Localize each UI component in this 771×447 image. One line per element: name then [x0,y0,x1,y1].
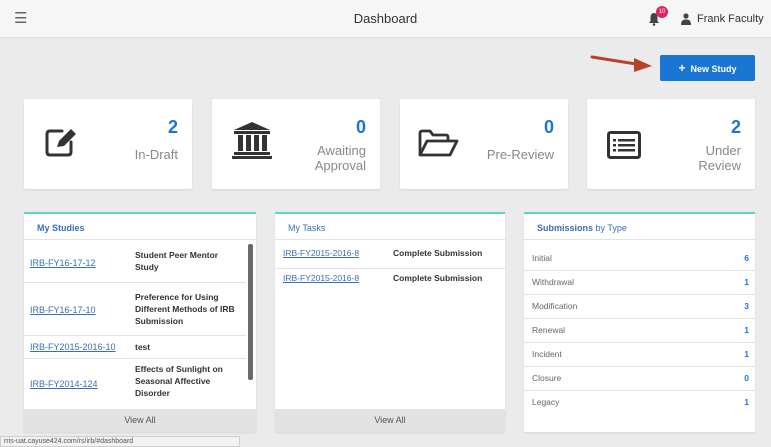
submission-count[interactable]: 1 [744,349,749,359]
submissions-panel: Submissions by Type Initial 6 Withdrawal… [524,212,755,432]
in-draft-count: 2 [167,117,178,137]
my-studies-view-all-button[interactable]: View All [24,409,256,432]
my-studies-title: My Studies [37,223,85,233]
my-studies-panel: My Studies IRB-FY16-17-12 Student Peer M… [24,212,256,432]
scrollbar-thumb[interactable] [248,244,253,380]
submission-row: Withdrawal 1 [524,270,755,294]
submission-row: Incident 1 [524,342,755,366]
status-bar-url: rris-uat.cayuse424.com/rs/irb/#dashboard [0,436,240,447]
study-row: IRB-FY2015-2016-10 test [24,336,246,358]
user-icon [681,13,691,25]
submission-row: Legacy 1 [524,390,755,414]
divider [524,239,755,240]
study-title: Effects of Sunlight on Seasonal Affectiv… [135,364,223,398]
study-row: IRB-FY2014-124 Effects of Sunlight on Se… [24,359,246,411]
list-icon [607,131,641,159]
awaiting-approval-label-line1: Awaiting [317,143,366,158]
stat-card-awaiting-approval[interactable]: 0 Awaiting Approval [212,99,380,189]
submission-count[interactable]: 6 [744,253,749,263]
submission-row: Renewal 1 [524,318,755,342]
study-title: Preference for Using Different Methods o… [135,292,235,326]
awaiting-approval-label-line2: Approval [314,158,366,173]
submission-count[interactable]: 1 [744,325,749,335]
study-title: Student Peer Mentor Study [135,250,219,272]
stat-card-in-draft[interactable]: 2 In-Draft [24,99,192,189]
task-row: IRB-FY2015-2016-8 Complete Submission [275,267,505,291]
submission-type: Renewal [532,325,566,335]
submission-type: Withdrawal [532,277,575,287]
my-tasks-panel: My Tasks IRB-FY2015-2016-8 Complete Subm… [275,212,505,432]
task-id-link[interactable]: IRB-FY2015-2016-8 [283,248,359,258]
new-study-button[interactable]: + New Study [660,55,755,81]
submission-type: Modification [532,301,578,311]
submission-type: Closure [532,373,562,383]
under-review-label-line2: Review [698,158,741,173]
divider [275,239,505,240]
submission-count[interactable]: 0 [744,373,749,383]
new-study-label: New Study [690,64,737,74]
under-review-label-line1: Under [705,143,741,158]
submission-type: Initial [532,253,552,263]
under-review-count: 2 [730,117,741,137]
arrow-annotation [590,55,652,72]
plus-icon: + [678,61,686,75]
submission-type: Incident [532,349,562,359]
study-id-link[interactable]: IRB-FY16-17-12 [30,258,96,268]
folder-open-icon [418,129,459,157]
task-row: IRB-FY2015-2016-8 Complete Submission [275,242,505,266]
task-action: Complete Submission [393,273,483,283]
submission-count[interactable]: 3 [744,301,749,311]
study-row: IRB-FY16-17-12 Student Peer Mentor Study [24,240,246,282]
notification-count-badge[interactable]: 10 [656,6,668,18]
awaiting-approval-count: 0 [355,117,366,137]
pre-review-label: Pre-Review [486,147,554,162]
study-id-link[interactable]: IRB-FY2015-2016-10 [30,342,116,352]
submission-count[interactable]: 1 [744,397,749,407]
stat-card-pre-review[interactable]: 0 Pre-Review [400,99,568,189]
study-id-link[interactable]: IRB-FY2014-124 [30,379,98,389]
pre-review-count: 0 [543,117,554,137]
submissions-title-rest: by Type [593,223,627,233]
user-menu[interactable]: Frank Faculty [697,13,764,25]
submission-type: Legacy [532,397,560,407]
my-tasks-view-all-button[interactable]: View All [275,409,505,432]
stat-card-under-review[interactable]: 2 Under Review [587,99,755,189]
edit-icon [45,129,76,157]
my-tasks-title: My Tasks [288,223,326,233]
in-draft-label: In-Draft [134,147,178,162]
study-row: IRB-FY16-17-10 Preference for Using Diff… [24,283,246,335]
study-title: test [135,342,151,352]
submissions-title-strong: Submissions [537,223,594,233]
submission-row: Closure 0 [524,366,755,390]
submission-row: Modification 3 [524,294,755,318]
institution-icon [232,122,272,159]
task-action: Complete Submission [393,248,483,258]
study-id-link[interactable]: IRB-FY16-17-10 [30,305,96,315]
task-id-link[interactable]: IRB-FY2015-2016-8 [283,273,359,283]
submission-row: Initial 6 [524,246,755,270]
submissions-title: Submissions by Type [537,223,627,233]
submission-count[interactable]: 1 [744,277,749,287]
top-bar: ☰ Dashboard 10 Frank Faculty [0,0,771,38]
